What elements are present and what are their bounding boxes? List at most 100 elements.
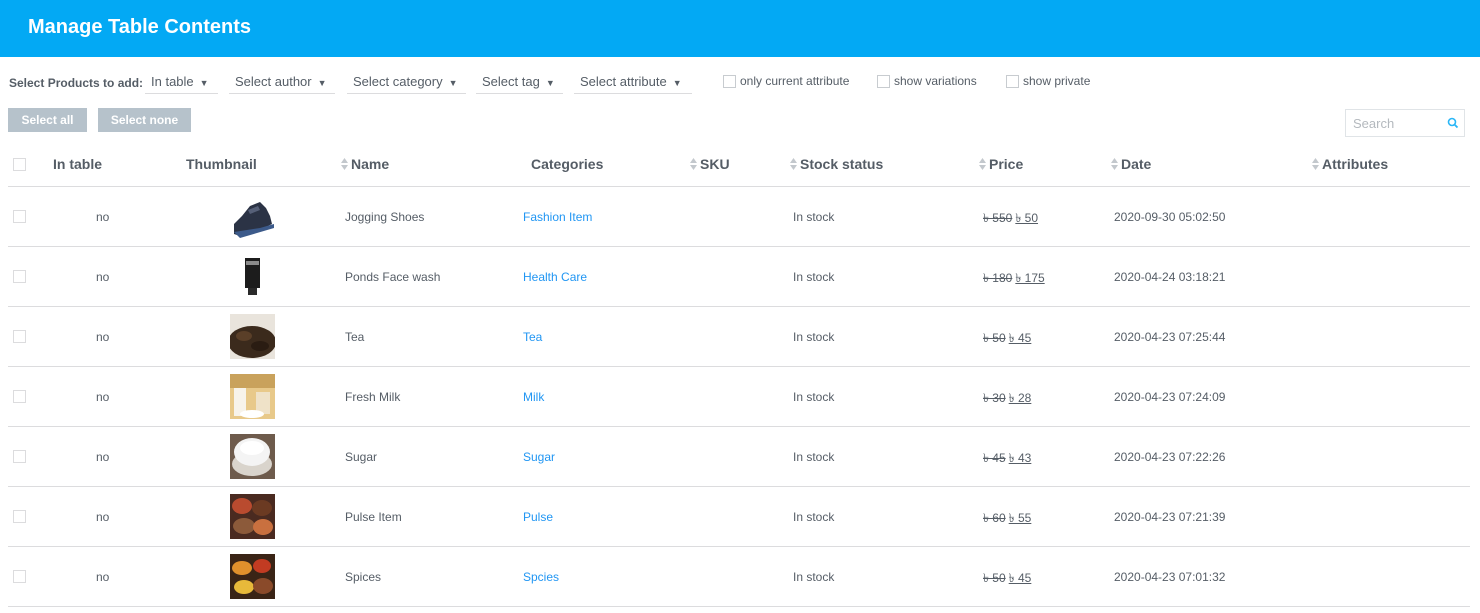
attribute-select[interactable]: Select attribute ▼ <box>574 68 692 94</box>
date: 2020-04-23 07:24:09 <box>1114 390 1226 404</box>
column-header-name-label: Name <box>351 156 390 172</box>
chevron-down-icon: ▼ <box>448 78 458 88</box>
regular-price: ৳ 60 <box>983 511 1006 525</box>
sort-icon <box>1111 158 1118 170</box>
in-table-value: no <box>96 510 110 524</box>
stock-status: In stock <box>793 210 835 224</box>
date: 2020-04-23 07:25:44 <box>1114 330 1226 344</box>
category-select[interactable]: Select category ▼ <box>347 68 466 94</box>
row-checkbox[interactable] <box>13 330 26 343</box>
column-header-stock-status[interactable]: Stock status <box>790 156 883 172</box>
row-checkbox[interactable] <box>13 510 26 523</box>
table-row[interactable]: no Sugar Sugar In stock ৳ 45 ৳ 43 2020-04… <box>8 427 1470 487</box>
date: 2020-04-23 07:21:39 <box>1114 510 1226 524</box>
category-select-value: Select category <box>353 74 443 89</box>
tea-thumbnail <box>230 314 275 359</box>
category-link[interactable]: Spcies <box>523 570 559 584</box>
table-row[interactable]: no Tea Tea In stock ৳ 50 ৳ 45 2020-04-23 … <box>8 307 1470 367</box>
facewash-thumbnail <box>230 254 275 299</box>
stock-status: In stock <box>793 450 835 464</box>
column-header-sku[interactable]: SKU <box>690 156 730 172</box>
sale-price: ৳ 45 <box>1008 571 1032 585</box>
show-private-checkbox[interactable] <box>1006 75 1019 88</box>
price: ৳ 50 ৳ 45 <box>983 570 1031 590</box>
product-name: Sugar <box>345 450 378 464</box>
row-checkbox[interactable] <box>13 450 26 463</box>
table-row[interactable]: no Spices Spcies In stock ৳ 50 ৳ 45 2020-… <box>8 547 1470 607</box>
category-link[interactable]: Sugar <box>523 450 555 464</box>
milk-thumbnail <box>230 374 275 419</box>
sale-price: ৳ 28 <box>1008 391 1032 405</box>
shoe-thumbnail <box>230 194 275 239</box>
author-select[interactable]: Select author ▼ <box>229 68 335 94</box>
date: 2020-04-23 07:01:32 <box>1114 570 1226 584</box>
category-link[interactable]: Fashion Item <box>523 210 592 224</box>
column-header-categories: Categories <box>531 156 604 172</box>
row-checkbox[interactable] <box>13 210 26 223</box>
show-variations-checkbox[interactable] <box>877 75 890 88</box>
attribute-select-value: Select attribute <box>580 74 667 89</box>
regular-price: ৳ 30 <box>983 391 1006 405</box>
price: ৳ 550 ৳ 50 <box>983 210 1038 230</box>
show-private-option[interactable]: show private <box>1006 74 1090 88</box>
column-header-in-table[interactable]: In table <box>53 156 102 172</box>
search-input[interactable] <box>1346 110 1442 136</box>
in-table-select[interactable]: In table ▼ <box>145 68 218 94</box>
product-name: Tea <box>345 330 365 344</box>
table-row[interactable]: no Jogging Shoes Fashion Item In stock ৳… <box>8 187 1470 247</box>
product-name: Pulse Item <box>345 510 402 524</box>
select-all-button[interactable]: Select all <box>8 108 87 132</box>
column-header-date[interactable]: Date <box>1111 156 1151 172</box>
price: ৳ 180 ৳ 175 <box>983 270 1045 290</box>
only-current-attribute-label: only current attribute <box>740 74 850 88</box>
tag-select[interactable]: Select tag ▼ <box>476 68 563 94</box>
search-box <box>1345 109 1465 137</box>
show-variations-option[interactable]: show variations <box>877 74 977 88</box>
sale-price: ৳ 175 <box>1015 271 1045 285</box>
row-checkbox[interactable] <box>13 390 26 403</box>
regular-price: ৳ 50 <box>983 571 1006 585</box>
page-title: Manage Table Contents <box>28 16 251 38</box>
row-checkbox[interactable] <box>13 570 26 583</box>
product-name: Ponds Face wash <box>345 270 441 284</box>
sale-price: ৳ 45 <box>1008 331 1032 345</box>
show-variations-label: show variations <box>894 74 977 88</box>
select-none-button[interactable]: Select none <box>98 108 191 132</box>
only-current-attribute-option[interactable]: only current attribute <box>723 74 849 88</box>
in-table-value: no <box>96 270 110 284</box>
table-row[interactable]: no Fresh Milk Milk In stock ৳ 30 ৳ 28 202… <box>8 367 1470 427</box>
only-current-attribute-checkbox[interactable] <box>723 75 736 88</box>
select-all-rows-checkbox[interactable] <box>13 158 26 171</box>
row-checkbox[interactable] <box>13 270 26 283</box>
sort-icon <box>979 158 986 170</box>
product-name: Fresh Milk <box>345 390 401 404</box>
table-row[interactable]: no Ponds Face wash Health Care In stock … <box>8 247 1470 307</box>
column-header-price-label: Price <box>989 156 1024 172</box>
category-link[interactable]: Milk <box>523 390 544 404</box>
filter-label: Select Products to add: <box>9 76 144 90</box>
category-link[interactable]: Health Care <box>523 270 587 284</box>
in-table-value: no <box>96 390 110 404</box>
column-header-name[interactable]: Name <box>341 156 389 172</box>
category-link[interactable]: Tea <box>523 330 542 344</box>
table-row[interactable]: no Pulse Item Pulse In stock ৳ 60 ৳ 55 20… <box>8 487 1470 547</box>
stock-status: In stock <box>793 390 835 404</box>
sort-icon <box>790 158 797 170</box>
sort-icon <box>341 158 348 170</box>
sort-icon <box>690 158 697 170</box>
column-header-attributes[interactable]: Attributes <box>1312 156 1388 172</box>
column-header-price[interactable]: Price <box>979 156 1023 172</box>
regular-price: ৳ 45 <box>983 451 1006 465</box>
search-icon[interactable] <box>1446 116 1460 130</box>
stock-status: In stock <box>793 270 835 284</box>
filter-bar: Select Products to add: In table ▼ Select… <box>0 68 1480 96</box>
sale-price: ৳ 43 <box>1008 451 1032 465</box>
sort-icon <box>1312 158 1319 170</box>
column-header-sku-label: SKU <box>700 156 730 172</box>
sugar-thumbnail <box>230 434 275 479</box>
price: ৳ 45 ৳ 43 <box>983 450 1031 470</box>
category-link[interactable]: Pulse <box>523 510 553 524</box>
price: ৳ 30 ৳ 28 <box>983 390 1031 410</box>
product-name: Jogging Shoes <box>345 210 425 224</box>
page-header: Manage Table Contents <box>0 0 1480 57</box>
